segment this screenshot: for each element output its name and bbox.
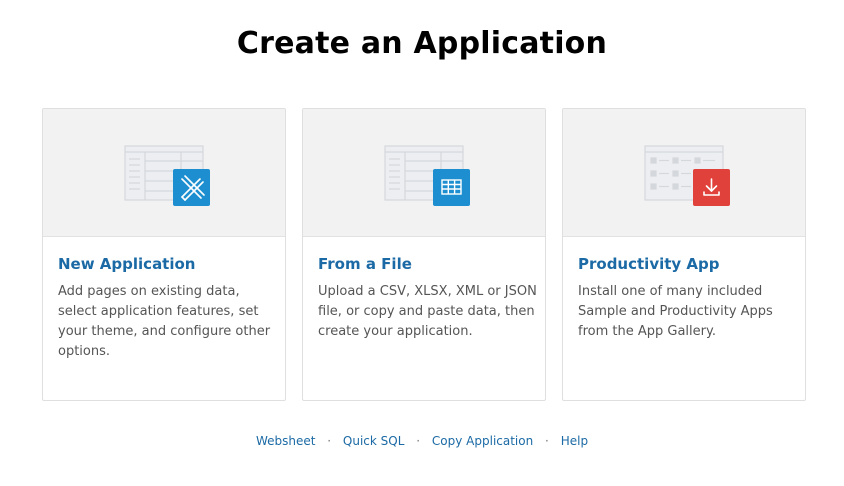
pencil-ruler-icon [173, 169, 210, 206]
card-illustration [303, 109, 545, 237]
footer-links: Websheet · Quick SQL · Copy Application … [0, 434, 844, 448]
separator: · [327, 434, 332, 448]
websheet-link[interactable]: Websheet [256, 434, 316, 448]
card-title[interactable]: Productivity App [578, 255, 720, 273]
page-title: Create an Application [236, 26, 608, 61]
card-description: Install one of many included Sample and … [578, 284, 773, 339]
productivity-app-card[interactable]: Productivity App Install one of many inc… [562, 108, 806, 401]
copy-application-link[interactable]: Copy Application [432, 434, 533, 448]
card-description: Add pages on existing data, select appli… [58, 284, 271, 359]
card-illustration [43, 109, 285, 237]
help-link[interactable]: Help [561, 434, 588, 448]
from-a-file-card[interactable]: From a File Upload a CSV, XLSX, XML or J… [302, 108, 546, 401]
table-grid-icon [433, 169, 470, 206]
new-application-card[interactable]: New Application Add pages on existing da… [42, 108, 286, 401]
card-title[interactable]: From a File [318, 255, 412, 273]
separator: · [545, 434, 549, 448]
card-illustration [563, 109, 805, 237]
download-icon [693, 169, 730, 206]
card-title[interactable]: New Application [58, 255, 195, 273]
quick-sql-link[interactable]: Quick SQL [343, 434, 405, 448]
separator: · [416, 434, 421, 448]
card-description: Upload a CSV, XLSX, XML or JSON file, or… [318, 284, 537, 339]
